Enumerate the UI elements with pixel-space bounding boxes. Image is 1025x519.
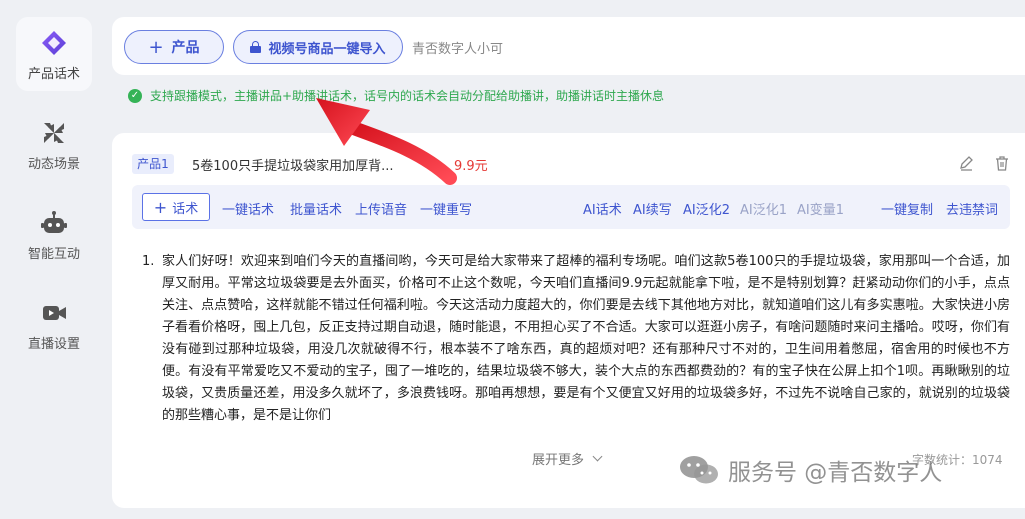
chevron-down-icon [592, 451, 603, 462]
ai-generalize-1-link[interactable]: AI泛化1 [740, 199, 787, 218]
import-channel-products-button[interactable]: 视频号商品一键导入 [233, 30, 403, 64]
add-script-button[interactable]: + 话术 [142, 193, 210, 221]
sidebar: 产品话术 动态场景 智能互动 直播设置 [0, 0, 108, 519]
edit-icon[interactable] [958, 155, 974, 171]
ai-continue-link[interactable]: AI续写 [633, 199, 672, 218]
sidebar-item-product-script[interactable]: 产品话术 [16, 17, 92, 91]
expand-more-label: 展开更多 [532, 453, 585, 468]
add-product-label: 产品 [171, 40, 200, 56]
copy-all-link[interactable]: 一键复制 [881, 199, 933, 218]
top-toolbar: + 产品 视频号商品一键导入 青否数字人小可 [112, 17, 1025, 75]
script-text[interactable]: 家人们好呀！欢迎来到咱们今天的直播间哟，今天可是给大家带来了超棒的福利专场呢。咱… [162, 251, 1010, 427]
remove-banned-words-link[interactable]: 去违禁词 [946, 199, 998, 218]
ai-generalize-2-link[interactable]: AI泛化2 [683, 199, 730, 218]
diamond-icon [42, 31, 66, 55]
batch-script-link[interactable]: 批量话术 [290, 199, 342, 218]
sidebar-item-label: 动态场景 [27, 157, 80, 172]
watermark: 服务号 @青否数字人 [678, 453, 942, 487]
ai-script-link[interactable]: AI话术 [583, 199, 622, 218]
add-script-label: 话术 [172, 201, 199, 217]
add-product-button[interactable]: + 产品 [124, 30, 224, 64]
ai-variable-1-link[interactable]: AI变量1 [797, 199, 844, 218]
video-camera-icon [43, 306, 66, 320]
plus-icon: + [148, 36, 164, 58]
product-script-card: 产品1 5卷100只手提垃圾袋家用加厚背... 9.9元 + 话术 一键话术 批… [112, 133, 1025, 508]
robot-icon [41, 211, 67, 233]
upload-voice-link[interactable]: 上传语音 [355, 199, 407, 218]
sidebar-item-dynamic-scene[interactable]: 动态场景 [16, 107, 92, 181]
user-name: 青否数字人小可 [412, 42, 504, 57]
pinwheel-icon [44, 123, 64, 143]
one-click-rewrite-link[interactable]: 一键重写 [420, 199, 472, 218]
sidebar-item-live-settings[interactable]: 直播设置 [16, 287, 92, 361]
notice-banner: ✓ 支持跟播模式，主播讲品+助播讲话术，话号内的话术会自动分配给助播讲，助播讲话… [128, 87, 664, 104]
expand-more-button[interactable]: 展开更多 [532, 449, 603, 468]
script-number: 1. [142, 254, 155, 269]
lock-icon [250, 41, 262, 53]
sidebar-item-label: 产品话术 [27, 67, 80, 82]
import-button-label: 视频号商品一键导入 [268, 41, 386, 57]
notice-text: 支持跟播模式，主播讲品+助播讲话术，话号内的话术会自动分配给助播讲，助播讲话时主… [150, 89, 665, 103]
sidebar-item-label: 智能互动 [27, 247, 80, 262]
trash-icon[interactable] [994, 155, 1010, 171]
product-title: 5卷100只手提垃圾袋家用加厚背... [192, 159, 394, 174]
script-content: 1. 家人们好呀！欢迎来到咱们今天的直播间哟，今天可是给大家带来了超棒的福利专场… [142, 251, 1010, 427]
product-tag: 产品1 [132, 154, 174, 174]
one-click-script-link[interactable]: 一键话术 [222, 199, 274, 218]
product-price: 9.9元 [454, 159, 488, 174]
wechat-icon [680, 456, 718, 484]
sidebar-item-smart-interaction[interactable]: 智能互动 [16, 197, 92, 271]
script-toolbar: + 话术 一键话术 批量话术 上传语音 一键重写 AI话术 AI续写 AI泛化2… [132, 185, 1010, 229]
sidebar-item-label: 直播设置 [27, 337, 80, 352]
check-circle-icon: ✓ [128, 88, 142, 103]
watermark-text: 服务号 @青否数字人 [728, 460, 943, 486]
plus-icon: + [153, 197, 168, 217]
